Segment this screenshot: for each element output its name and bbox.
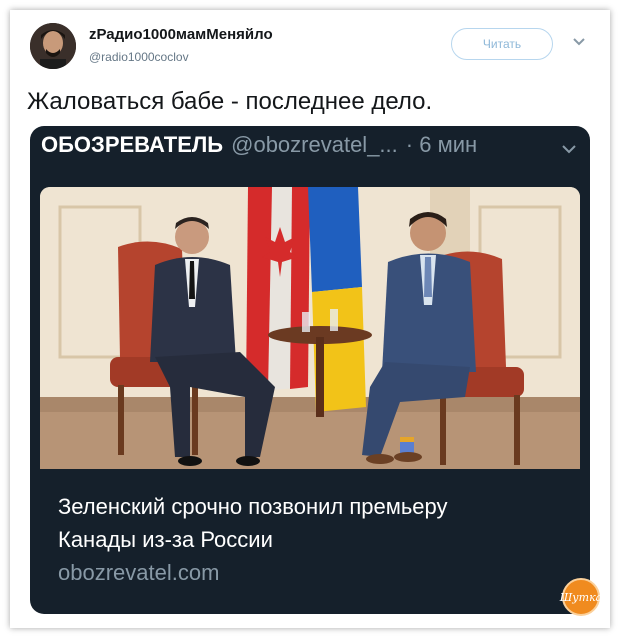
canada-flag: [246, 187, 310, 392]
watermark-text: Шутка: [559, 590, 603, 604]
follow-button[interactable]: Читать: [451, 28, 553, 60]
link-title-line-1: Зеленский срочно позвонил премьеру: [58, 494, 448, 519]
quoted-chevron-down-icon[interactable]: [561, 143, 577, 155]
meeting-photo: [40, 187, 580, 469]
chevron-down-icon[interactable]: [572, 37, 586, 47]
link-preview-domain[interactable]: obozrevatel.com: [58, 560, 219, 586]
tweet-text: Жаловаться бабе - последнее дело.: [27, 88, 433, 115]
link-preview-image[interactable]: [40, 187, 580, 469]
quoted-tweet-card[interactable]: ОБОЗРЕВАТЕЛЬ @obozrevatel_... · 6 мин Зе…: [30, 126, 590, 614]
quoted-author-name[interactable]: ОБОЗРЕВАТЕЛЬ: [41, 132, 223, 158]
author-display-name[interactable]: zРадио1000мамМеняйло: [89, 26, 273, 43]
quoted-timestamp[interactable]: · 6 мин: [406, 132, 477, 158]
quoted-author-handle[interactable]: @obozrevatel_...: [231, 132, 398, 158]
link-preview-title[interactable]: Зеленский срочно позвонил премьеру Канад…: [58, 490, 568, 556]
follow-button-label: Читать: [482, 37, 522, 51]
avatar[interactable]: [30, 23, 76, 69]
watermark-logo: Шутка: [559, 578, 603, 616]
link-title-line-2: Канады из-за России: [58, 527, 273, 552]
author-handle[interactable]: @radio1000coclov: [89, 50, 189, 64]
quoted-header: ОБОЗРЕВАТЕЛЬ @obozrevatel_... · 6 мин: [41, 132, 540, 166]
avatar-icon: [30, 23, 76, 69]
